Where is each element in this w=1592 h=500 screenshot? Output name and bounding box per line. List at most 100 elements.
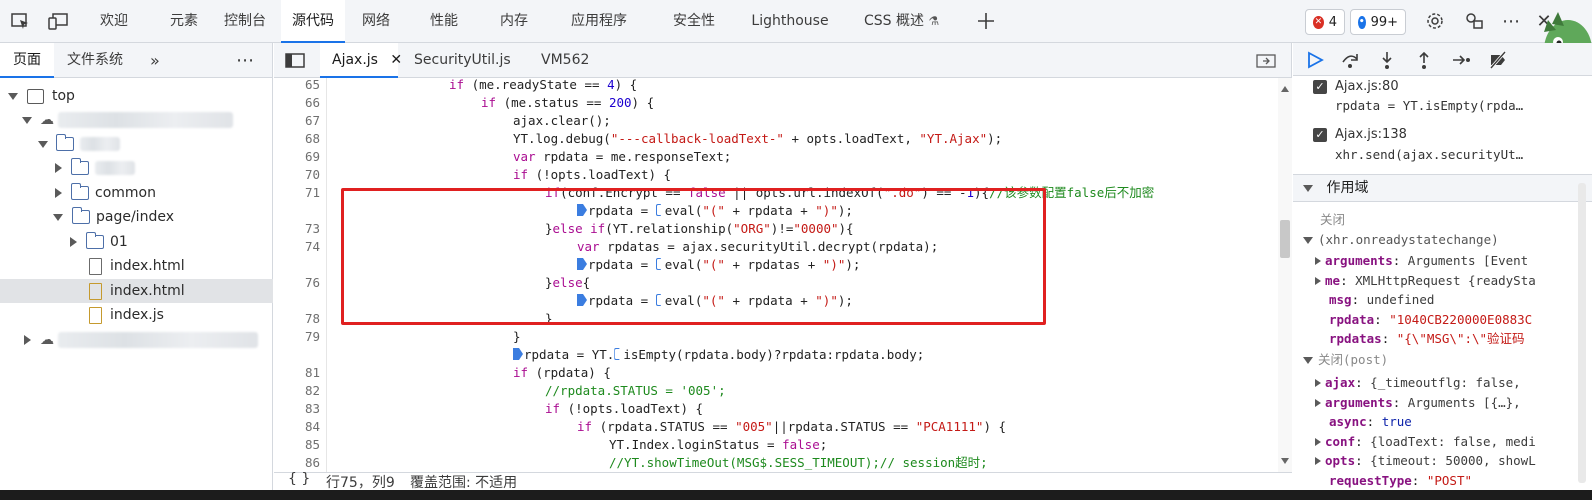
code-line[interactable]: 73}else if(YT.relationship("ORG")!="0000… [274,220,1278,238]
scope-variable[interactable]: arguments: Arguments [{…}, [1293,393,1592,413]
tab-welcome[interactable]: 欢迎 [88,0,140,43]
scope-variable[interactable]: async: true [1293,412,1592,432]
device-toggle-icon[interactable] [46,9,70,33]
breakpoint-checkbox[interactable]: ✓ [1313,128,1327,142]
closure-header-2[interactable]: 关闭(post) [1293,350,1592,370]
code-line[interactable]: 74 var rpdatas = ajax.securityUtil.decryp… [274,238,1278,256]
tree-folder-redacted-1[interactable] [0,132,273,156]
breakpoint-item-1[interactable]: ✓ Ajax.js:80 [1293,77,1592,97]
tab-application[interactable]: 应用程序 [562,0,636,43]
step-into-icon[interactable] [1375,48,1399,72]
closure-header-1[interactable]: 关闭 [1293,210,1592,230]
deactivate-breakpoints-icon[interactable] [1486,48,1510,72]
breakpoint-line-number[interactable]: 72 [274,202,326,220]
breakpoint-item-2[interactable]: ✓ Ajax.js:138 [1293,125,1592,145]
code-line[interactable]: 65 if (me.readyState == 4) { [274,78,1278,94]
code-line[interactable]: 71 if(conf.Encrypt == false || opts.url.i… [274,184,1278,202]
navigator-menu-icon[interactable]: ⋯ [236,43,260,78]
code-line[interactable]: 78} [274,310,1278,328]
scope-variable[interactable]: arguments: Arguments [Event [1293,251,1592,271]
line-number[interactable]: 66 [274,94,326,112]
breakpoint-checkbox[interactable]: ✓ [1313,80,1327,94]
tree-folder-redacted-2[interactable] [0,156,273,180]
line-number[interactable]: 86 [274,454,326,472]
tab-memory[interactable]: 内存 [490,0,538,43]
code-line[interactable]: 76}else{ [274,274,1278,292]
scope-variable[interactable]: opts: {timeout: 50000, showL [1293,451,1592,471]
tree-top-frame[interactable]: top [0,84,273,108]
pretty-print-button[interactable]: { } [288,471,310,487]
scope-section-header[interactable]: 作用域 [1293,174,1592,202]
code-line[interactable]: 86 //YT.showTimeOut(MSG$.SESS_TIMEOUT);//… [274,454,1278,472]
code-line[interactable]: 75 rpdata = eval("(" + rpdatas + ")"); [274,256,1278,274]
line-number[interactable]: 68 [274,130,326,148]
breakpoint-line-number[interactable]: 75 [274,256,326,274]
line-number[interactable]: 82 [274,382,326,400]
editor-scrollbar[interactable] [1278,78,1292,472]
tab-security[interactable]: 安全性 [664,0,724,43]
tab-sources[interactable]: 源代码 [281,0,345,43]
tree-file-index-html-2[interactable]: index.html [0,279,273,303]
line-number[interactable]: 65 [274,78,326,94]
tree-folder-page-index[interactable]: page/index [0,205,273,229]
scroll-thumb[interactable] [1280,220,1290,258]
line-number[interactable]: 67 [274,112,326,130]
line-number[interactable]: 70 [274,166,326,184]
scope-variable[interactable]: ajax: {_timeoutflg: false, [1293,373,1592,393]
code-line[interactable]: 66 if (me.status == 200) { [274,94,1278,112]
scope-variable[interactable]: me: XMLHttpRequest {readySta [1293,271,1592,291]
tab-page[interactable]: 页面 [0,43,54,78]
tab-lighthouse[interactable]: Lighthouse [746,0,834,43]
editor-tab-securityutil[interactable]: SecurityUtil.js [414,43,532,78]
line-number[interactable]: 78 [274,310,326,328]
breakpoint-line-number[interactable]: 80 [274,346,326,364]
more-tabs-icon[interactable]: » [150,43,170,78]
pane-scrollbar[interactable] [1578,183,1586,483]
code-line[interactable]: 80 rpdata = YT. isEmpty(rpdata.body)?rpdat… [274,346,1278,364]
line-number[interactable]: 84 [274,418,326,436]
scope-variable[interactable]: conf: {loadText: false, medi [1293,432,1592,452]
tree-folder-common[interactable]: common [0,181,273,205]
tree-origin-1[interactable]: ☁ [0,108,273,132]
tree-file-index-html-1[interactable]: index.html [0,254,273,278]
code-line[interactable]: 81 if (rpdata) { [274,364,1278,382]
code-line[interactable]: 69 var rpdata = me.responseText; [274,148,1278,166]
line-number[interactable]: 83 [274,400,326,418]
step-out-icon[interactable] [1412,48,1436,72]
breakpoint-line-number[interactable]: 77 [274,292,326,310]
line-number[interactable]: 71 [274,184,326,202]
code-line[interactable]: 68 YT.log.debug("---callback-loadText-" +… [274,130,1278,148]
code-line[interactable]: 85 YT.Index.loginStatus = false; [274,436,1278,454]
scope-variable[interactable]: rpdata: "1040CB220000E0883C [1293,310,1592,330]
add-tab-icon[interactable] [974,9,998,33]
step-icon[interactable] [1449,48,1473,72]
toggle-navigator-icon[interactable] [284,43,308,78]
tab-console[interactable]: 控制台 [216,0,274,43]
gear-icon[interactable] [1423,9,1447,33]
line-number[interactable]: 73 [274,220,326,238]
error-badge[interactable]: ✕ 4 [1305,9,1345,35]
tab-filesystem[interactable]: 文件系统 [67,43,131,78]
code-line[interactable]: 67 ajax.clear(); [274,112,1278,130]
line-number[interactable]: 81 [274,364,326,382]
code-line[interactable]: 77 rpdata = eval("(" + rpdata + ")"); [274,292,1278,310]
resume-icon[interactable] [1303,48,1327,72]
editor-tab-ajax[interactable]: Ajax.js ✕ [320,43,402,78]
code-line[interactable]: 84 if (rpdata.STATUS == "005"||rpdata.STA… [274,418,1278,436]
message-badge[interactable]: • 99+ [1350,9,1406,35]
tab-css-overview[interactable]: CSS 概述 ⚗ [864,0,939,43]
tab-network[interactable]: 网络 [352,0,400,43]
line-number[interactable]: 79 [274,328,326,346]
tree-origin-2[interactable]: ☁ [0,328,273,352]
code-line[interactable]: 83 if (!opts.loadText) { [274,400,1278,418]
tab-elements[interactable]: 元素 [158,0,210,43]
tab-performance[interactable]: 性能 [420,0,468,43]
tree-file-index-js[interactable]: index.js [0,303,273,327]
scope-variable[interactable]: msg: undefined [1293,290,1592,310]
toggle-debugger-icon[interactable] [1256,43,1278,78]
step-over-icon[interactable] [1338,48,1362,72]
scroll-up-arrow[interactable] [1281,86,1289,92]
line-number[interactable]: 76 [274,274,326,292]
editor-tab-vm562[interactable]: VM562 [541,43,601,78]
line-number[interactable]: 74 [274,238,326,256]
